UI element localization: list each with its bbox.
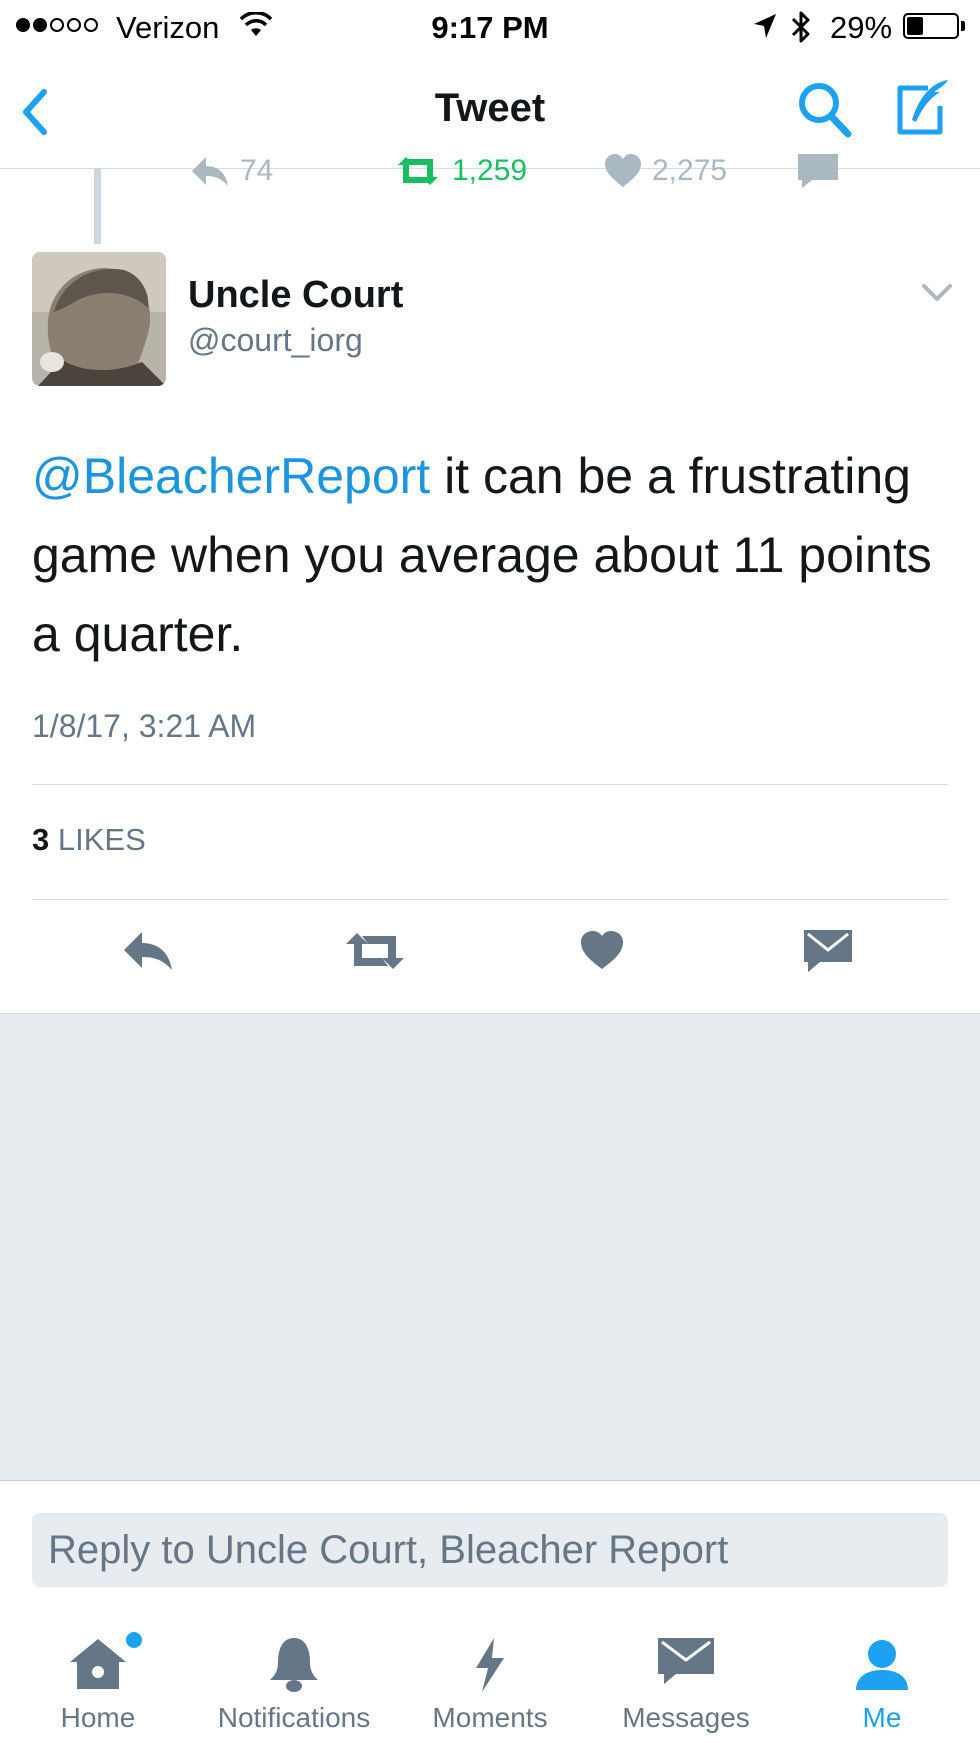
envelope-icon[interactable] bbox=[804, 930, 852, 972]
tab-me[interactable]: Me bbox=[784, 1612, 980, 1743]
battery-percentage: 29% bbox=[830, 10, 893, 45]
author-name[interactable]: Uncle Court bbox=[188, 274, 403, 317]
tweet-text: @BleacherReport it can be a frustrating … bbox=[32, 437, 952, 674]
tab-messages-label: Messages bbox=[622, 1702, 750, 1733]
previous-retweet-count[interactable]: 1,259 bbox=[394, 154, 527, 188]
previous-like-count-label: 2,275 bbox=[652, 154, 728, 187]
author-photo bbox=[32, 252, 166, 386]
reply-composer bbox=[0, 1481, 980, 1591]
reply-icon[interactable] bbox=[122, 930, 174, 972]
author-handle[interactable]: @court_iorg bbox=[188, 322, 363, 359]
mention-link[interactable]: @BleacherReport bbox=[32, 448, 430, 504]
search-icon[interactable] bbox=[796, 80, 854, 140]
lightning-icon bbox=[476, 1638, 504, 1692]
previous-reply-count[interactable]: 74 bbox=[190, 154, 273, 188]
reply-input[interactable] bbox=[32, 1513, 948, 1587]
tweet-action-bar bbox=[0, 900, 980, 1014]
avatar[interactable] bbox=[32, 252, 166, 386]
tab-notifications[interactable]: Notifications bbox=[196, 1612, 392, 1743]
bluetooth-icon bbox=[791, 11, 810, 43]
battery-icon bbox=[903, 13, 959, 39]
likes-summary[interactable]: 3 LIKES bbox=[32, 822, 146, 858]
tweet-timestamp: 1/8/17, 3:21 AM bbox=[32, 708, 257, 744]
retweet-icon[interactable] bbox=[344, 930, 406, 972]
previous-reply-count-label: 74 bbox=[240, 154, 274, 187]
tab-bar: Home Notifications Moments Messages Me bbox=[0, 1612, 980, 1743]
compose-tweet-icon[interactable] bbox=[894, 76, 952, 138]
location-arrow-icon bbox=[754, 14, 776, 38]
reply-icon bbox=[192, 157, 228, 186]
tab-messages[interactable]: Messages bbox=[588, 1612, 784, 1743]
chevron-down-icon[interactable] bbox=[920, 282, 954, 304]
status-bar: Verizon 9:17 PM 29% bbox=[0, 0, 980, 56]
envelope-icon bbox=[798, 154, 838, 188]
notification-badge bbox=[126, 1632, 142, 1648]
previous-message-action[interactable] bbox=[798, 154, 838, 188]
likes-count: 3 bbox=[32, 822, 50, 857]
divider bbox=[32, 784, 948, 785]
tab-moments[interactable]: Moments bbox=[392, 1612, 588, 1743]
previous-tweet-actions: 74 1,259 2,275 bbox=[0, 150, 980, 190]
home-icon bbox=[70, 1639, 126, 1689]
heart-icon bbox=[605, 154, 641, 187]
previous-retweet-count-label: 1,259 bbox=[452, 154, 528, 187]
likes-label: LIKES bbox=[57, 822, 146, 857]
empty-replies-area bbox=[0, 1014, 980, 1481]
tab-notifications-label: Notifications bbox=[217, 1702, 371, 1733]
person-icon bbox=[856, 1640, 908, 1690]
tab-home-label: Home bbox=[60, 1702, 136, 1733]
bell-icon bbox=[270, 1638, 318, 1692]
envelope-icon bbox=[658, 1638, 714, 1684]
previous-like-count[interactable]: 2,275 bbox=[604, 154, 727, 188]
heart-icon[interactable] bbox=[580, 930, 624, 970]
retweet-icon bbox=[398, 157, 438, 185]
tab-home[interactable]: Home bbox=[0, 1612, 196, 1743]
tab-me-label: Me bbox=[862, 1702, 902, 1733]
tab-moments-label: Moments bbox=[432, 1702, 548, 1733]
